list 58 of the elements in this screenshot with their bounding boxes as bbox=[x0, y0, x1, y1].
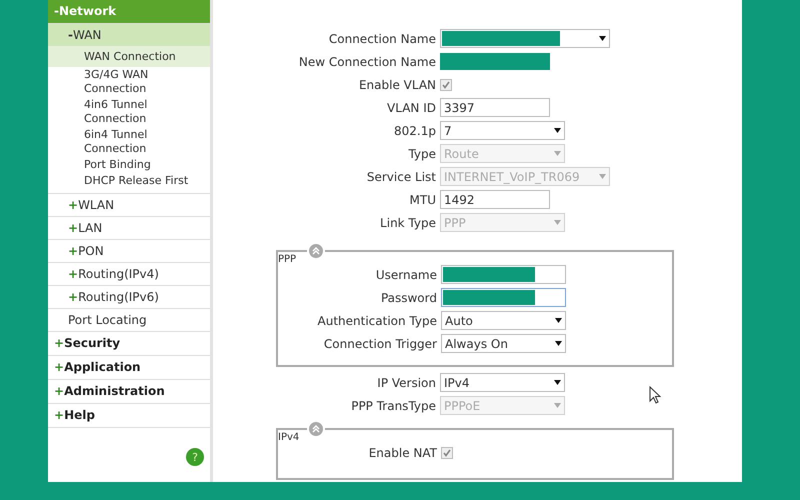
dropdown[interactable]: IPv4 bbox=[440, 373, 565, 392]
chevron-up-icon bbox=[311, 246, 321, 256]
input-field[interactable] bbox=[441, 288, 566, 307]
field-label: 802.1p bbox=[393, 124, 436, 138]
dropdown-caret-icon bbox=[554, 380, 561, 385]
field-label: New Connection Name bbox=[298, 54, 436, 68]
mouse-pointer-icon bbox=[649, 386, 661, 404]
sidebar-item[interactable]: -WAN bbox=[48, 24, 210, 46]
field-label: Enable VLAN bbox=[358, 78, 436, 92]
field-label: Connection Trigger bbox=[322, 336, 437, 350]
sidebar-item[interactable]: 6in4 Tunnel Connection bbox=[48, 127, 210, 157]
field-label: Service List bbox=[366, 170, 436, 184]
input-field[interactable]: 3397 bbox=[440, 98, 550, 117]
field-label: Link Type bbox=[379, 216, 436, 230]
sidebar-item[interactable]: +PON bbox=[48, 240, 210, 263]
sidebar-item[interactable]: WAN Connection bbox=[48, 46, 210, 67]
group-legend: IPv4 bbox=[278, 432, 300, 443]
dropdown-caret-icon bbox=[555, 341, 562, 346]
sidebar-item[interactable]: +LAN bbox=[48, 217, 210, 240]
dropdown-caret-icon bbox=[554, 151, 561, 156]
field-label: PPP TransType bbox=[350, 398, 436, 412]
field-label: Password bbox=[380, 290, 437, 304]
input-field[interactable]: 1492 bbox=[440, 190, 550, 209]
sidebar-item[interactable]: Port Locating bbox=[48, 309, 210, 332]
sidebar-item[interactable]: Port Binding bbox=[48, 157, 210, 173]
sidebar-item[interactable]: +Administration bbox=[48, 380, 210, 404]
dropdown-caret-icon bbox=[554, 128, 561, 133]
sidebar-item[interactable]: +WLAN bbox=[48, 194, 210, 217]
chevron-up-icon bbox=[311, 424, 321, 434]
input-field[interactable] bbox=[441, 265, 566, 284]
dropdown-caret-icon bbox=[555, 318, 562, 323]
dropdown-caret-icon bbox=[599, 36, 606, 41]
dropdown[interactable]: 7 bbox=[440, 121, 565, 140]
sidebar-item[interactable]: 4in6 Tunnel Connection bbox=[48, 97, 210, 127]
sidebar-item[interactable]: +Routing(IPv6) bbox=[48, 286, 210, 309]
group-legend: PPP bbox=[278, 254, 296, 265]
dropdown[interactable]: Auto bbox=[441, 311, 566, 330]
field-label: MTU bbox=[408, 192, 436, 206]
field-label: Authentication Type bbox=[316, 314, 437, 328]
field-label: IP Version bbox=[376, 376, 436, 390]
field-label: Username bbox=[374, 268, 437, 282]
dropdown-caret-icon bbox=[554, 403, 561, 408]
sidebar-item[interactable]: +Help bbox=[48, 404, 210, 428]
field-label: VLAN ID bbox=[386, 100, 436, 114]
dropdown[interactable] bbox=[440, 29, 610, 48]
sidebar-item[interactable]: DHCP Release First bbox=[48, 173, 210, 189]
field-label: Connection Name bbox=[328, 32, 436, 46]
field-label: Enable NAT bbox=[368, 446, 437, 460]
collapse-button[interactable] bbox=[307, 242, 325, 260]
field-label: Type bbox=[407, 146, 436, 160]
dropdown-caret-icon bbox=[599, 174, 606, 179]
sidebar-item[interactable]: +Routing(IPv4) bbox=[48, 263, 210, 286]
dropdown-caret-icon bbox=[554, 220, 561, 225]
sidebar-item[interactable]: +Application bbox=[48, 356, 210, 380]
dropdown[interactable]: Always On bbox=[441, 334, 566, 353]
collapse-button[interactable] bbox=[307, 420, 325, 438]
sidebar-item[interactable]: +Security bbox=[48, 332, 210, 356]
sidebar-item[interactable]: 3G/4G WAN Connection bbox=[48, 67, 210, 97]
